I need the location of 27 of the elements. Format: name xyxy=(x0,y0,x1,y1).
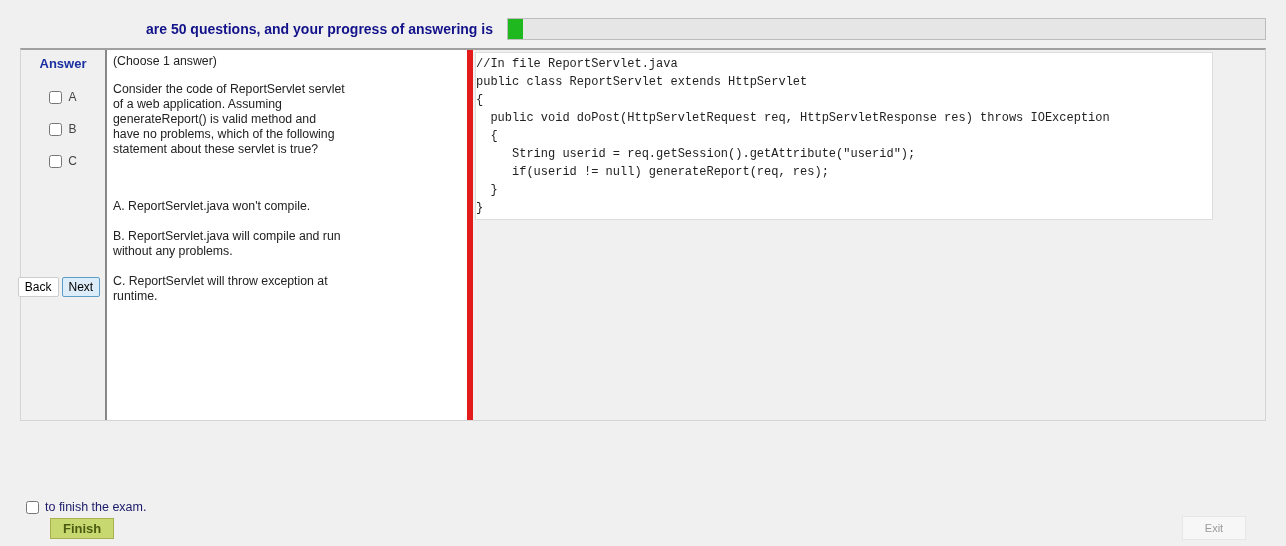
progress-caption: are 50 questions, and your progress of answering is xyxy=(146,21,493,37)
answer-heading: Answer xyxy=(39,56,87,71)
option-label: C xyxy=(68,154,77,168)
finish-button[interactable]: Finish xyxy=(50,517,115,539)
code-line: public void doPost(HttpServletRequest req, HttpServletResponse res) throws IOException xyxy=(489,110,1111,127)
nav-button[interactable]: Back xyxy=(17,277,59,297)
finish-checkbox[interactable] xyxy=(26,500,39,514)
question-text: Consider the code of ReportServlet servlet of a web application. Assuming generateReport() is valid method and have no problems, which of the following statement about these servlet is true? xyxy=(113,82,345,157)
code-line: if(userid != null) generateReport(req, res); xyxy=(511,164,830,181)
code-line: { xyxy=(476,92,485,109)
nav-button[interactable]: Next xyxy=(61,277,101,297)
answer-checkbox[interactable] xyxy=(49,154,63,168)
code-line: public class ReportServlet extends HttpServlet xyxy=(476,74,809,91)
answer-choice-text: C. ReportServlet will throw exception at runtime. xyxy=(113,274,329,304)
option-label: B xyxy=(68,122,77,136)
code-line: String userid = req.getSession().getAttribute("userid"); xyxy=(511,146,917,163)
code-line: //In file ReportServlet.java xyxy=(476,56,679,73)
option-label: A xyxy=(68,90,77,104)
code-line: } xyxy=(476,200,485,217)
answer-checkbox[interactable] xyxy=(49,122,63,136)
code-line: { xyxy=(489,128,499,145)
answer-choice-text: B. ReportServlet.java will compile and run without any problems. xyxy=(113,229,342,259)
answer-choice-text: A. ReportServlet.java won't compile. xyxy=(113,199,312,214)
question-instruction: (Choose 1 answer) xyxy=(113,54,218,68)
finish-label: to finish the exam. xyxy=(45,500,147,514)
code-line: } xyxy=(489,182,499,199)
answer-checkbox[interactable] xyxy=(49,90,63,104)
